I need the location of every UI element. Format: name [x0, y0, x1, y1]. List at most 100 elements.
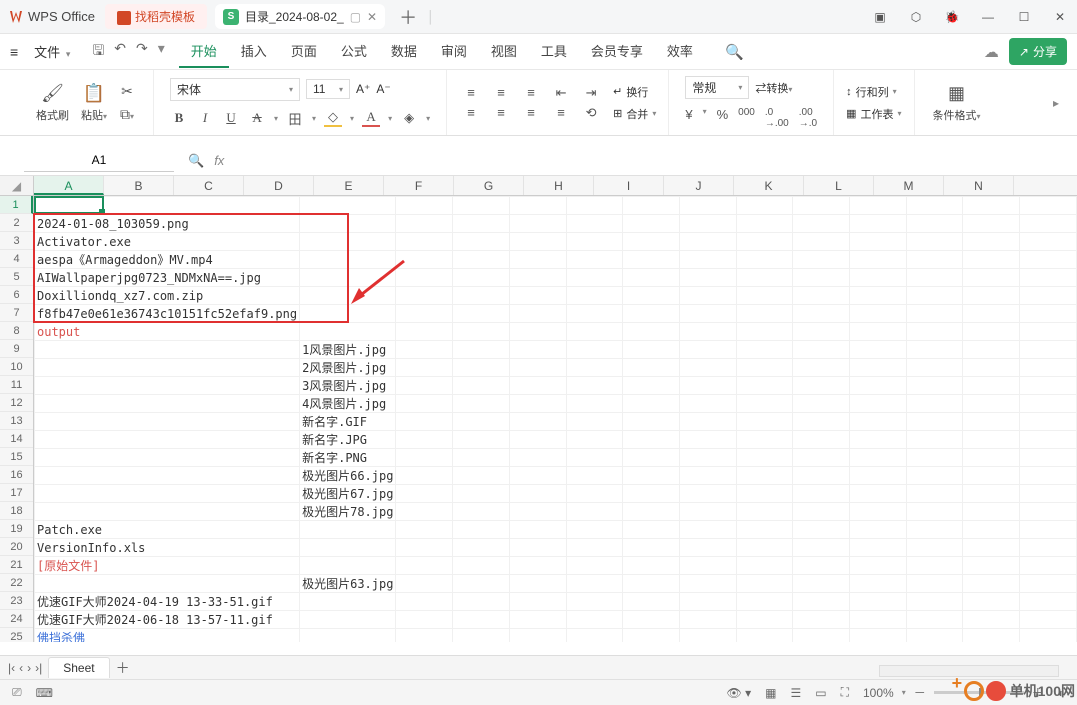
cell-K4[interactable] — [850, 251, 907, 269]
cell-G7[interactable] — [623, 305, 680, 323]
cell-E16[interactable] — [509, 467, 566, 485]
cell-N3[interactable] — [1020, 233, 1077, 251]
sheet-next-icon[interactable]: › — [27, 661, 31, 675]
cell-I3[interactable] — [736, 233, 793, 251]
cell-F4[interactable] — [566, 251, 623, 269]
tab-view[interactable]: 视图 — [479, 35, 529, 68]
cell-M1[interactable] — [963, 197, 1020, 215]
cell-M2[interactable] — [963, 215, 1020, 233]
status-keyboard-icon[interactable]: ⌨ — [36, 686, 53, 700]
row-header-12[interactable]: 12 — [0, 394, 33, 412]
col-header-A[interactable]: A — [34, 176, 104, 195]
cell-G12[interactable] — [623, 395, 680, 413]
col-header-J[interactable]: J — [664, 176, 734, 195]
cell-C22[interactable] — [396, 575, 453, 593]
tab-window-icon[interactable]: ▢ — [350, 10, 361, 24]
cell-A3[interactable]: Activator.exe — [35, 233, 300, 251]
cell-J7[interactable] — [793, 305, 850, 323]
cell-D2[interactable] — [453, 215, 510, 233]
tab-efficiency[interactable]: 效率 — [655, 35, 705, 68]
row-header-9[interactable]: 9 — [0, 340, 33, 358]
row-header-8[interactable]: 8 — [0, 322, 33, 340]
cell-L1[interactable] — [906, 197, 963, 215]
cond-format-button[interactable]: ▦条件格式▾ — [927, 82, 987, 123]
cell-J8[interactable] — [793, 323, 850, 341]
cell-F3[interactable] — [566, 233, 623, 251]
cell-M12[interactable] — [963, 395, 1020, 413]
transform-button[interactable]: ⇄转换▾ — [755, 80, 792, 96]
row-header-2[interactable]: 2 — [0, 214, 33, 232]
cell-C14[interactable] — [396, 431, 453, 449]
cell-F17[interactable] — [566, 485, 623, 503]
row-header-11[interactable]: 11 — [0, 376, 33, 394]
cell-A18[interactable] — [35, 503, 300, 521]
cell-G22[interactable] — [623, 575, 680, 593]
cell-J9[interactable] — [793, 341, 850, 359]
cell-L4[interactable] — [906, 251, 963, 269]
bug-icon[interactable]: 🐞 — [943, 8, 961, 26]
number-format-select[interactable]: 常规▾ — [685, 76, 749, 99]
cell-D23[interactable] — [453, 593, 510, 611]
cell-H21[interactable] — [679, 557, 736, 575]
cell-J4[interactable] — [793, 251, 850, 269]
orientation-icon[interactable]: ⟲ — [579, 105, 603, 121]
cell-L2[interactable] — [906, 215, 963, 233]
cell-M19[interactable] — [963, 521, 1020, 539]
cell-N24[interactable] — [1020, 611, 1077, 629]
cell-D21[interactable] — [453, 557, 510, 575]
close-window-icon[interactable]: ✕ — [1051, 8, 1069, 26]
cell-L16[interactable] — [906, 467, 963, 485]
cell-J10[interactable] — [793, 359, 850, 377]
new-tab-button[interactable]: ＋ — [399, 4, 417, 30]
row-header-16[interactable]: 16 — [0, 466, 33, 484]
row-header-6[interactable]: 6 — [0, 286, 33, 304]
cell-L3[interactable] — [906, 233, 963, 251]
cell-C23[interactable] — [396, 593, 453, 611]
cell-N7[interactable] — [1020, 305, 1077, 323]
cell-C1[interactable] — [396, 197, 453, 215]
cell-H19[interactable] — [679, 521, 736, 539]
row-header-3[interactable]: 3 — [0, 232, 33, 250]
cell-G1[interactable] — [623, 197, 680, 215]
cell-M18[interactable] — [963, 503, 1020, 521]
col-header-K[interactable]: K — [734, 176, 804, 195]
cell-N10[interactable] — [1020, 359, 1077, 377]
cell-F7[interactable] — [566, 305, 623, 323]
cell-N17[interactable] — [1020, 485, 1077, 503]
cell-F21[interactable] — [566, 557, 623, 575]
tab-tools[interactable]: 工具 — [529, 35, 579, 68]
cell-J5[interactable] — [793, 269, 850, 287]
cell-A13[interactable] — [35, 413, 300, 431]
row-header-10[interactable]: 10 — [0, 358, 33, 376]
cell-I4[interactable] — [736, 251, 793, 269]
cell-J6[interactable] — [793, 287, 850, 305]
cell-I6[interactable] — [736, 287, 793, 305]
cell-H5[interactable] — [679, 269, 736, 287]
cell-N9[interactable] — [1020, 341, 1077, 359]
font-shrink-icon[interactable]: A⁻ — [376, 82, 390, 96]
cell-M9[interactable] — [963, 341, 1020, 359]
cell-D5[interactable] — [453, 269, 510, 287]
cell-H8[interactable] — [679, 323, 736, 341]
file-tab[interactable]: S 目录_2024-08-02_ ▢ ✕ — [215, 4, 385, 29]
cell-A14[interactable] — [35, 431, 300, 449]
cell-J20[interactable] — [793, 539, 850, 557]
cell-E4[interactable] — [509, 251, 566, 269]
cell-J16[interactable] — [793, 467, 850, 485]
cell-D20[interactable] — [453, 539, 510, 557]
cell-E8[interactable] — [509, 323, 566, 341]
cell-L17[interactable] — [906, 485, 963, 503]
cell-A6[interactable]: Doxilliondq_xz7.com.zip — [35, 287, 300, 305]
cell-L24[interactable] — [906, 611, 963, 629]
cube-icon[interactable]: ⬡ — [907, 8, 925, 26]
cell-C8[interactable] — [396, 323, 453, 341]
cell-E20[interactable] — [509, 539, 566, 557]
paste-button[interactable]: 📋粘贴▾ — [75, 82, 113, 123]
cell-F25[interactable] — [566, 629, 623, 643]
cell-K19[interactable] — [850, 521, 907, 539]
align-top-icon[interactable]: ≡ — [459, 85, 483, 101]
align-right-icon[interactable]: ≡ — [519, 105, 543, 121]
cell-M3[interactable] — [963, 233, 1020, 251]
cell-I25[interactable] — [736, 629, 793, 643]
cell-I18[interactable] — [736, 503, 793, 521]
